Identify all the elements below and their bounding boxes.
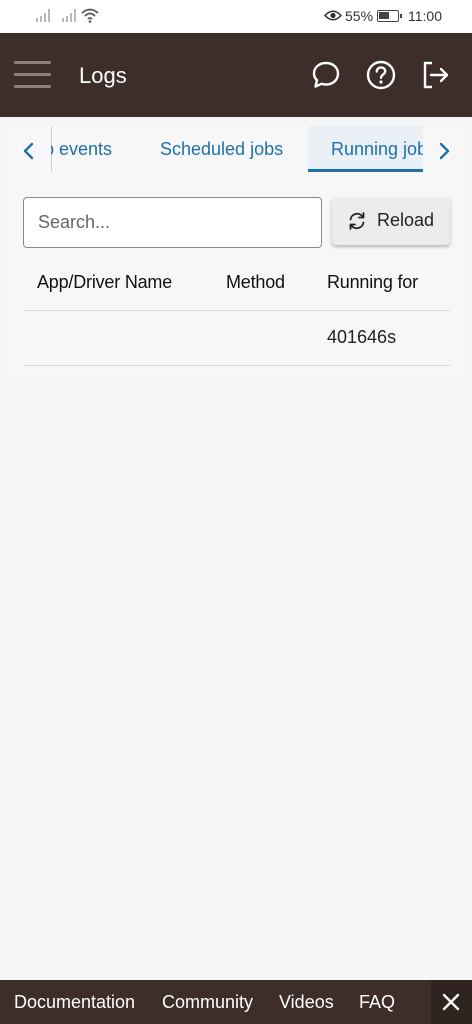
column-header-running-for: Running for xyxy=(327,272,418,292)
footer-bar: Documentation Community Videos FAQ xyxy=(0,980,472,1024)
reload-button[interactable]: Reload xyxy=(332,197,450,245)
column-header-method: Method xyxy=(226,272,285,292)
refresh-icon xyxy=(349,212,365,230)
battery-icon xyxy=(377,10,402,22)
hamburger-menu-icon[interactable] xyxy=(14,61,51,89)
tab-strip: App events Scheduled jobs Running jobs xyxy=(51,126,423,172)
search-input[interactable] xyxy=(23,197,322,248)
logs-panel: App events Scheduled jobs Running jobs R… xyxy=(9,126,463,380)
footer-close-button[interactable] xyxy=(431,980,472,1024)
clock: 11:00 xyxy=(408,8,442,24)
page-title: Logs xyxy=(79,63,127,88)
footer-link-documentation[interactable]: Documentation xyxy=(14,992,135,1013)
logout-icon[interactable] xyxy=(420,59,452,91)
eye-icon xyxy=(324,10,342,21)
table-divider xyxy=(23,365,450,366)
close-icon xyxy=(442,993,460,1011)
table-divider xyxy=(23,310,450,311)
wifi-icon xyxy=(81,8,99,23)
footer-link-community[interactable]: Community xyxy=(162,992,253,1013)
column-header-app-driver-name: App/Driver Name xyxy=(37,272,173,292)
cell-running-for: 401646s xyxy=(327,327,397,347)
app-header: Logs xyxy=(0,33,472,117)
tab-scroll-left-icon[interactable] xyxy=(17,139,41,163)
tab-app-events[interactable]: App events xyxy=(51,126,112,172)
tab-running-jobs[interactable]: Running jobs xyxy=(308,126,423,172)
tab-scroll-right-icon[interactable] xyxy=(432,139,456,163)
battery-percent: 55% xyxy=(345,8,374,24)
status-bar: 55% 11:00 xyxy=(0,0,472,33)
footer-link-faq[interactable]: FAQ xyxy=(359,992,395,1013)
reload-label: Reload xyxy=(377,210,435,230)
tab-scheduled-jobs[interactable]: Scheduled jobs xyxy=(160,126,283,172)
signal-icon xyxy=(62,9,78,22)
signal-icon xyxy=(36,9,52,22)
chat-icon[interactable] xyxy=(310,59,342,91)
help-icon[interactable] xyxy=(365,59,397,91)
footer-link-videos[interactable]: Videos xyxy=(279,992,334,1013)
